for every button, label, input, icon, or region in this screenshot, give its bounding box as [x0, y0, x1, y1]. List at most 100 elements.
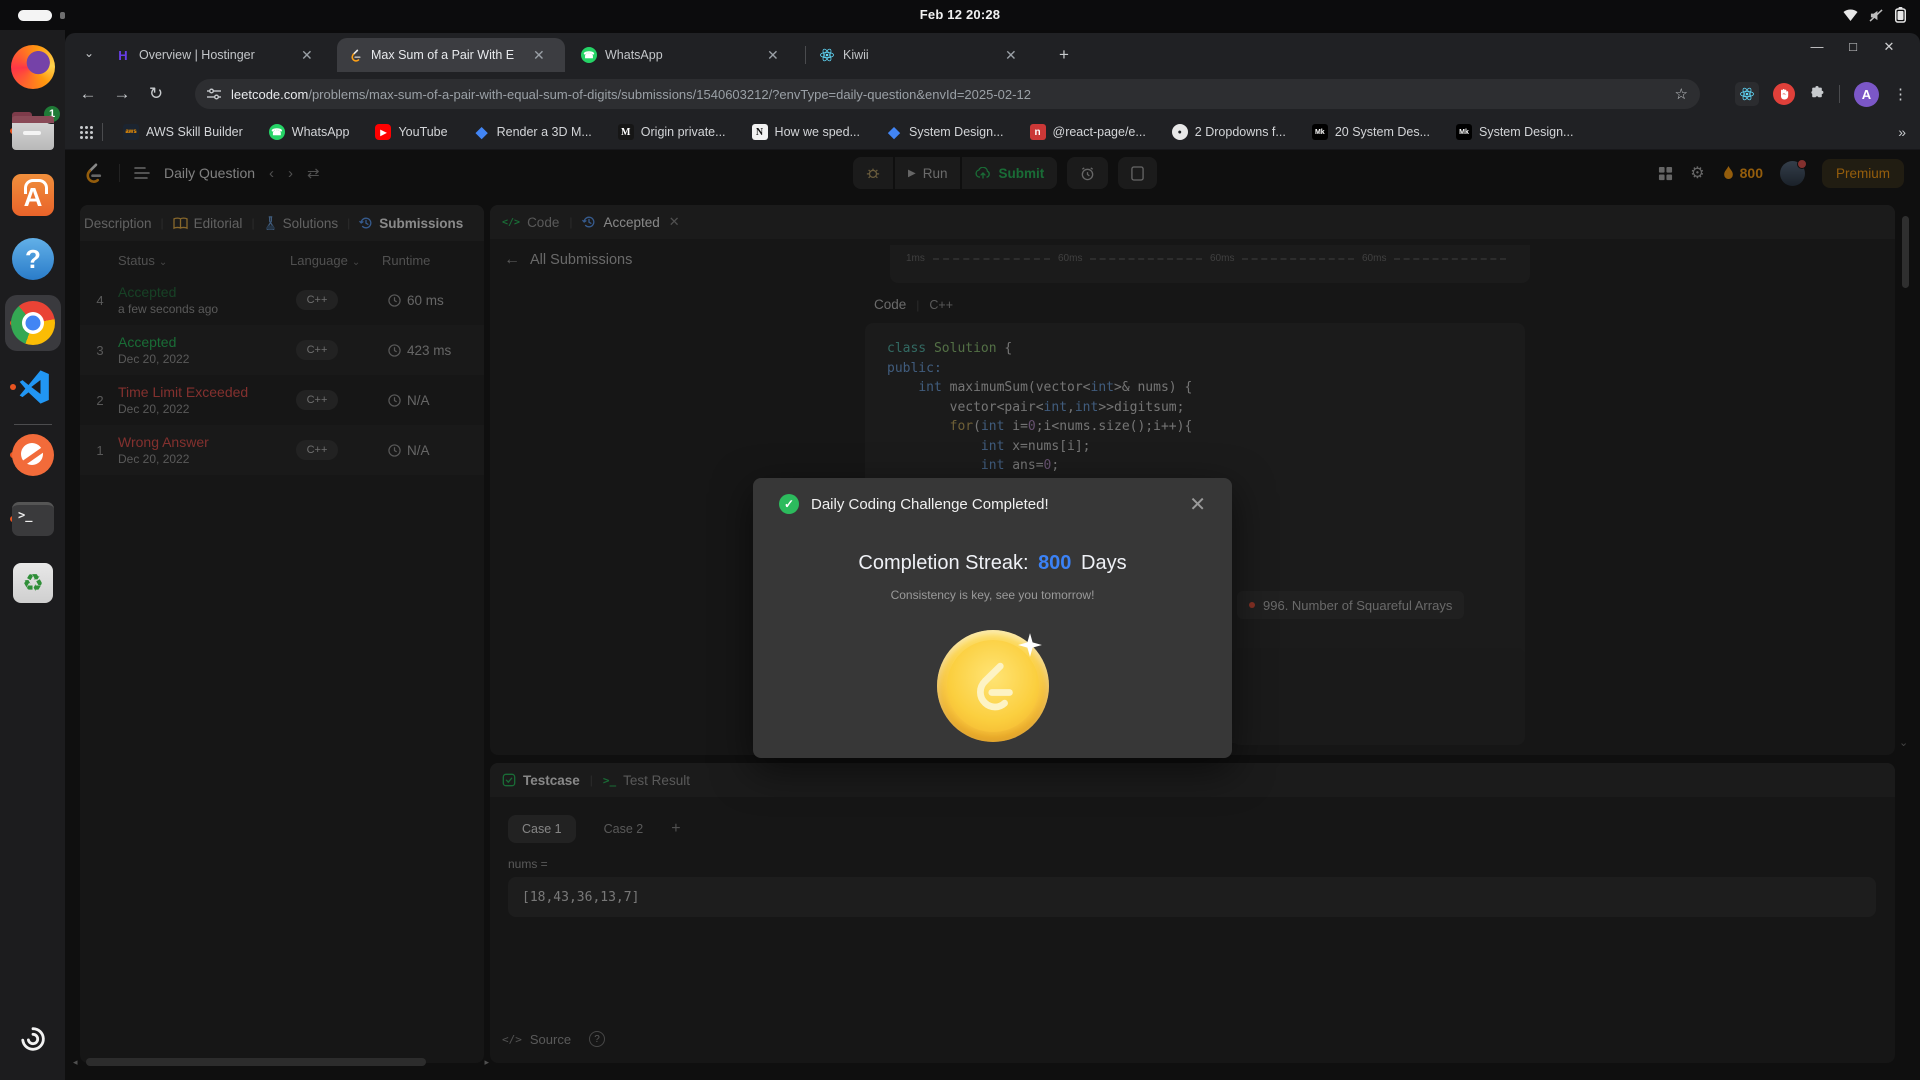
bookmark-favicon: ☎	[269, 124, 285, 140]
extensions-row: A ⋮	[1735, 79, 1908, 109]
close-tab-icon[interactable]: ✕	[533, 47, 545, 64]
sparkle-icon	[1017, 632, 1043, 658]
close-tab-icon[interactable]: ✕	[767, 47, 779, 64]
browser-profile-avatar[interactable]: A	[1854, 82, 1879, 107]
reload-button[interactable]: ↻	[139, 84, 173, 104]
address-bar[interactable]: leetcode.com/problems/max-sum-of-a-pair-…	[195, 79, 1700, 109]
bookmark-item[interactable]: ◆ Render a 3D M...	[474, 124, 592, 140]
chrome-icon	[11, 301, 55, 345]
wifi-icon	[1843, 9, 1858, 22]
dock-files[interactable]: 1	[8, 106, 58, 156]
modal-title: Daily Coding Challenge Completed!	[811, 496, 1049, 513]
bookmark-item[interactable]: aws AWS Skill Builder	[123, 124, 243, 140]
system-clock[interactable]: Feb 12 20:28	[920, 0, 1000, 30]
tab-title: Overview | Hostinger	[139, 48, 289, 62]
modal-subtitle: Consistency is key, see you tomorrow!	[753, 588, 1232, 602]
bookmarks-separator	[102, 123, 103, 141]
new-tab-button[interactable]: +	[1051, 42, 1077, 68]
bookmark-item[interactable]: ▶ YouTube	[375, 124, 447, 140]
dock-chrome[interactable]	[8, 298, 58, 348]
tab-kiwii[interactable]: Kiwii ✕	[809, 38, 1037, 72]
bookmark-item[interactable]: Mk System Design...	[1456, 124, 1573, 140]
dock-software-store[interactable]: A	[8, 170, 58, 220]
dock-postman[interactable]	[8, 430, 58, 480]
bookmark-item[interactable]: ◆ System Design...	[886, 124, 1003, 140]
tab-search-button[interactable]: ⌄	[77, 41, 101, 65]
bookmarks-overflow-chevron[interactable]: »	[1898, 124, 1906, 140]
extensions-puzzle-icon[interactable]	[1809, 86, 1825, 102]
show-apps-icon	[18, 1024, 48, 1054]
dock-terminal[interactable]: >_	[8, 494, 58, 544]
files-icon: 1	[12, 118, 54, 150]
system-tray[interactable]	[1843, 0, 1906, 30]
dock-trash[interactable]: ♻	[8, 558, 58, 608]
bookmark-label: Render a 3D M...	[497, 125, 592, 139]
bookmark-label: How we sped...	[775, 125, 860, 139]
browser-window: ⌄ H Overview | Hostinger ✕ Max Sum of a …	[65, 33, 1920, 1080]
success-check-icon: ✓	[779, 494, 799, 514]
tab-strip: ⌄ H Overview | Hostinger ✕ Max Sum of a …	[65, 33, 1920, 72]
close-tab-icon[interactable]: ✕	[1005, 47, 1017, 64]
bookmark-label: System Design...	[909, 125, 1003, 139]
url-path: /problems/max-sum-of-a-pair-with-equal-s…	[308, 87, 1031, 102]
tab-title: WhatsApp	[605, 48, 755, 62]
bookmarks-bar: aws AWS Skill Builder ☎ WhatsApp ▶ YouTu…	[65, 115, 1920, 150]
bookmark-label: YouTube	[398, 125, 447, 139]
trash-icon: ♻	[13, 563, 53, 603]
bookmark-item[interactable]: N How we sped...	[752, 124, 860, 140]
dock-vscode[interactable]	[8, 362, 58, 412]
bookmark-favicon: N	[752, 124, 768, 140]
system-top-bar: Feb 12 20:28	[0, 0, 1920, 30]
streak-line: Completion Streak: 800 Days	[753, 552, 1232, 575]
audio-muted-icon	[1869, 9, 1884, 22]
close-window-button[interactable]: ✕	[1880, 39, 1898, 55]
apps-grid-icon[interactable]	[79, 125, 94, 140]
page-content: Daily Question ‹ › ⇄ ▶ Run Submit	[65, 150, 1920, 1080]
notification-dot	[60, 12, 65, 19]
bookmark-label: 20 System Des...	[1335, 125, 1430, 139]
bookmark-favicon: M	[618, 124, 634, 140]
notification-pill	[18, 10, 52, 21]
whatsapp-favicon: ☎	[581, 47, 597, 63]
bookmarks-list: aws AWS Skill Builder ☎ WhatsApp ▶ YouTu…	[123, 124, 1884, 140]
bookmark-item[interactable]: Mk 20 System Des...	[1312, 124, 1430, 140]
site-info-icon[interactable]	[207, 88, 221, 100]
leetcode-coin-mark	[964, 657, 1022, 715]
maximize-button[interactable]: □	[1844, 39, 1862, 55]
bookmark-label: WhatsApp	[292, 125, 350, 139]
url-host: leetcode.com	[231, 87, 308, 102]
minimize-button[interactable]: —	[1808, 39, 1826, 55]
hostinger-favicon: H	[115, 47, 131, 63]
adblock-icon[interactable]	[1773, 83, 1795, 105]
url-text[interactable]: leetcode.com/problems/max-sum-of-a-pair-…	[231, 87, 1665, 102]
software-store-icon: A	[12, 174, 54, 216]
tab-title: Max Sum of a Pair With E	[371, 48, 521, 62]
daily-challenge-modal: ✓ Daily Coding Challenge Completed! ✕ Co…	[753, 478, 1232, 758]
dock-help[interactable]: ?	[8, 234, 58, 284]
bookmark-favicon: ◆	[886, 124, 902, 140]
react-devtools-icon[interactable]	[1735, 82, 1759, 106]
tab-leetcode-active[interactable]: Max Sum of a Pair With E ✕	[337, 38, 565, 72]
bookmark-label: System Design...	[1479, 125, 1573, 139]
bookmark-favicon: Mk	[1456, 124, 1472, 140]
bookmark-item[interactable]: M Origin private...	[618, 124, 726, 140]
firefox-icon	[11, 45, 55, 89]
bookmark-favicon: Mk	[1312, 124, 1328, 140]
bookmark-star-icon[interactable]: ☆	[1675, 85, 1688, 103]
browser-menu-icon[interactable]: ⋮	[1893, 85, 1908, 103]
modal-close-icon[interactable]: ✕	[1189, 492, 1206, 517]
forward-button[interactable]: →	[105, 84, 139, 104]
bookmark-item[interactable]: ● 2 Dropdowns f...	[1172, 124, 1286, 140]
postman-icon	[12, 434, 54, 476]
bookmark-item[interactable]: ☎ WhatsApp	[269, 124, 350, 140]
tab-whatsapp[interactable]: ☎ WhatsApp ✕	[571, 38, 799, 72]
bookmark-favicon: aws	[123, 124, 139, 140]
dock-firefox[interactable]	[8, 42, 58, 92]
leetcode-favicon	[347, 47, 363, 63]
bookmark-item[interactable]: n @react-page/e...	[1030, 124, 1146, 140]
close-tab-icon[interactable]: ✕	[301, 47, 313, 64]
tab-hostinger[interactable]: H Overview | Hostinger ✕	[105, 38, 333, 72]
dock-show-apps[interactable]	[8, 1014, 58, 1064]
bookmark-label: @react-page/e...	[1053, 125, 1146, 139]
back-button[interactable]: ←	[71, 84, 105, 104]
